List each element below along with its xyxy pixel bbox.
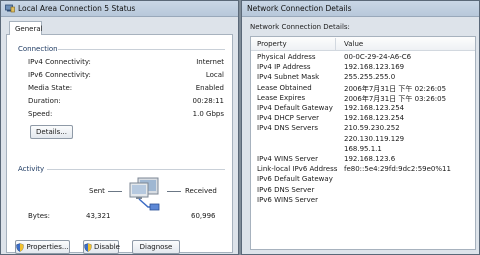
details-row-property: IPv4 Subnet Mask <box>257 73 320 82</box>
properties-button-label: Properties... <box>26 243 69 251</box>
details-row-property: Lease Expires <box>257 93 306 102</box>
details-row[interactable]: IPv4 IP Address 192.168.123.169 <box>251 63 475 73</box>
connection-row-value: 00:28:11 <box>192 97 224 105</box>
bytes-received-value: 60,996 <box>191 212 216 220</box>
connection-status-window: Local Area Connection 5 Status General C… <box>0 0 239 255</box>
details-row-property: IPv6 WINS Server <box>257 195 318 204</box>
details-row[interactable]: IPv4 Subnet Mask 255.255.255.0 <box>251 73 475 83</box>
details-row-value: 192.168.123.169 <box>344 63 405 72</box>
details-row-property: IPv4 IP Address <box>257 63 311 72</box>
details-row[interactable]: IPv4 WINS Server 192.168.123.6 <box>251 155 475 165</box>
details-row-property: IPv6 DNS Server <box>257 185 315 194</box>
details-row-value: 168.95.1.1 <box>344 144 382 153</box>
details-row[interactable]: 220.130.119.129 <box>251 135 475 145</box>
connection-details-window: Network Connection Details Network Conne… <box>241 0 480 255</box>
connection-row-label: Speed: <box>28 110 53 118</box>
details-button-label: Details... <box>36 128 67 136</box>
connection-row-value: Local <box>205 71 224 79</box>
connection-row-label: Media State: <box>28 84 73 92</box>
disable-button-label: Disable <box>94 243 120 251</box>
details-window-title: Network Connection Details <box>247 4 352 13</box>
connection-row-value: 1.0 Gbps <box>192 110 224 118</box>
details-row-value: 255.255.255.0 <box>344 73 396 82</box>
column-header-property[interactable]: Property <box>257 40 287 48</box>
uac-shield-icon <box>16 242 25 252</box>
properties-button[interactable]: Properties... <box>15 240 70 254</box>
sent-line <box>108 191 122 192</box>
details-row-value: 220.130.119.129 <box>344 134 405 143</box>
connection-row-label: IPv6 Connectivity: <box>28 71 91 79</box>
details-row-value: 192.168.123.254 <box>344 114 405 123</box>
sent-label: Sent <box>89 187 105 195</box>
bytes-label: Bytes: <box>28 212 51 220</box>
connection-row-label: Duration: <box>28 97 61 105</box>
bytes-sent-value: 43,321 <box>86 212 111 220</box>
details-row-value: 192.168.123.6 <box>344 155 396 163</box>
received-label: Received <box>185 187 217 195</box>
connection-row-value: Internet <box>196 58 224 66</box>
details-titlebar[interactable]: Network Connection Details <box>242 1 479 17</box>
details-row-value: fe80::5e4:29fd:9dc2:59e0%11 <box>344 165 451 174</box>
connection-row-label: IPv4 Connectivity: <box>28 58 91 66</box>
details-row-value: 00-0C-29-24-A6-C6 <box>344 53 412 61</box>
details-row-property: IPv4 Default Gateway <box>257 104 333 112</box>
details-row-value: 192.168.123.254 <box>344 104 405 112</box>
received-line <box>167 191 181 192</box>
network-adapter-icon <box>5 4 15 13</box>
details-row[interactable]: 168.95.1.1 <box>251 145 475 155</box>
details-list[interactable]: Property Value Physical Address 00-0C-29-… <box>250 36 476 250</box>
details-row-value: 2006年7月31日 下午 03:26:05 <box>344 94 447 103</box>
details-row[interactable]: Lease Expires 2006年7月31日 下午 03:26:05 <box>251 94 475 104</box>
details-row[interactable]: IPv6 WINS Server <box>251 196 475 206</box>
tab-general-label: General <box>15 25 43 33</box>
details-caption: Network Connection Details: <box>250 23 350 31</box>
details-row-value: 2006年7月31日 下午 02:26:05 <box>344 84 447 93</box>
network-computer-icon <box>129 177 160 211</box>
diagnose-button-label: Diagnose <box>139 243 173 251</box>
details-row-property: Physical Address <box>257 53 316 61</box>
details-row-property: IPv4 DHCP Server <box>257 114 320 123</box>
status-titlebar[interactable]: Local Area Connection 5 Status <box>1 1 238 17</box>
column-header-value[interactable]: Value <box>344 40 363 48</box>
status-window-title: Local Area Connection 5 Status <box>18 4 136 13</box>
details-row[interactable]: IPv6 Default Gateway <box>251 175 475 185</box>
diagnose-button[interactable]: Diagnose <box>132 240 180 254</box>
details-row-property: IPv4 DNS Servers <box>257 124 319 133</box>
general-tab-panel <box>6 34 233 253</box>
tab-general[interactable]: General <box>9 21 43 35</box>
details-list-header: Property Value <box>251 37 475 51</box>
connection-heading: Connection <box>18 45 58 53</box>
details-row-property: IPv6 Default Gateway <box>257 175 333 184</box>
connection-divider <box>58 49 225 50</box>
details-row-property: IPv4 WINS Server <box>257 155 318 163</box>
details-button[interactable]: Details... <box>30 125 73 139</box>
details-row-value: 210.59.230.252 <box>344 124 400 133</box>
details-row-property: Lease Obtained <box>257 83 312 92</box>
details-row-property: Link-local IPv6 Address <box>257 165 338 174</box>
details-row[interactable]: IPv4 DHCP Server 192.168.123.254 <box>251 114 475 124</box>
details-row[interactable]: IPv4 DNS Servers 210.59.230.252 <box>251 124 475 134</box>
details-row[interactable]: IPv6 DNS Server <box>251 186 475 196</box>
column-separator[interactable] <box>335 38 336 50</box>
details-row[interactable]: Physical Address 00-0C-29-24-A6-C6 <box>251 53 475 63</box>
connection-row-value: Enabled <box>195 84 224 92</box>
uac-shield-icon <box>84 242 92 252</box>
details-row[interactable]: IPv4 Default Gateway 192.168.123.254 <box>251 104 475 114</box>
disable-button[interactable]: Disable <box>83 240 120 254</box>
details-row[interactable]: Lease Obtained 2006年7月31日 下午 02:26:05 <box>251 84 475 94</box>
activity-heading: Activity <box>18 165 45 173</box>
details-row[interactable]: Link-local IPv6 Address fe80::5e4:29fd:9d… <box>251 165 475 175</box>
activity-divider <box>47 169 225 170</box>
